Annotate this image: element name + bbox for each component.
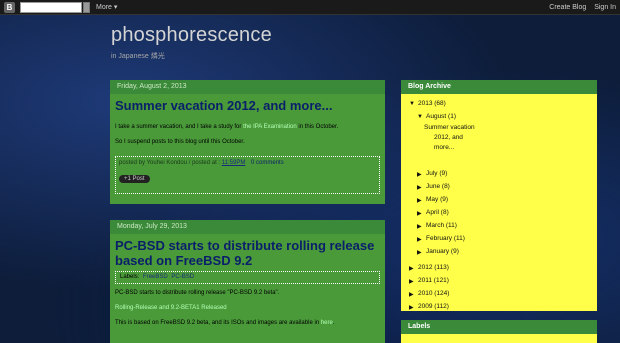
labels-widget: Labels bbox=[401, 320, 597, 343]
label-link-freebsd[interactable]: FreeBSD bbox=[143, 274, 168, 280]
archive-month[interactable]: March (11) bbox=[426, 219, 457, 232]
archive-month[interactable]: June (8) bbox=[426, 180, 450, 193]
toggle-right-icon[interactable]: ▶ bbox=[409, 289, 414, 302]
post-text: . bbox=[332, 320, 335, 326]
sign-in-link[interactable]: Sign In bbox=[594, 4, 616, 11]
archive-year[interactable]: 2013 (68) bbox=[418, 97, 446, 110]
archive-year[interactable]: 2012 (113) bbox=[418, 261, 449, 274]
toggle-right-icon[interactable]: ▶ bbox=[417, 247, 422, 260]
archive-month[interactable]: August (1) bbox=[426, 110, 456, 123]
archive-month[interactable]: January (9) bbox=[426, 245, 459, 258]
toggle-right-icon[interactable]: ▶ bbox=[417, 234, 422, 247]
more-menu[interactable]: More ▾ bbox=[96, 1, 117, 14]
post: PC-BSD starts to distribute rolling rele… bbox=[110, 234, 385, 343]
archive-year[interactable]: 2010 (124) bbox=[418, 287, 449, 300]
post-body: I take a summer vacation, and I take a s… bbox=[115, 122, 380, 147]
ipa-exam-link[interactable]: the IPA Examination bbox=[243, 124, 297, 130]
archive-month[interactable]: April (8) bbox=[426, 206, 449, 219]
post-date: Friday, August 2, 2013 bbox=[110, 80, 385, 94]
toggle-right-icon[interactable]: ▶ bbox=[417, 195, 422, 208]
blogger-logo-icon[interactable]: B bbox=[4, 2, 15, 13]
post-timestamp-link[interactable]: 11:59PM bbox=[222, 160, 246, 166]
post-text: So I suspend posts to this blog until th… bbox=[115, 139, 245, 145]
label-link-pcbsd[interactable]: PC-BSD bbox=[171, 274, 194, 280]
rolling-release-link[interactable]: Rolling-Release and 9.2-BETA1 Released bbox=[115, 305, 227, 311]
toggle-right-icon[interactable]: ▶ bbox=[417, 169, 422, 182]
comments-link[interactable]: 0 comments bbox=[251, 160, 284, 166]
archive-year[interactable]: 2009 (112) bbox=[418, 300, 449, 313]
widget-heading: Labels bbox=[401, 320, 597, 334]
toggle-right-icon[interactable]: ▶ bbox=[409, 263, 414, 276]
post-text: PC-BSD starts to distribute rolling rele… bbox=[115, 290, 280, 296]
post-labels: Labels: FreeBSD PC-BSD bbox=[115, 271, 380, 284]
archive-month[interactable]: May (9) bbox=[426, 193, 448, 206]
google-plus-share-button[interactable]: +1 Post bbox=[119, 175, 150, 183]
post-body: PC-BSD starts to distribute rolling rele… bbox=[115, 288, 380, 328]
blog-archive-widget: Blog Archive ▼ 2013 (68) ▼ August (1) Su… bbox=[401, 80, 597, 311]
search-input[interactable] bbox=[20, 2, 82, 13]
post-text: in this October. bbox=[296, 124, 339, 130]
archive-month[interactable]: February (11) bbox=[426, 232, 465, 245]
blog-description: in Japanese 燐光 bbox=[111, 53, 165, 60]
toggle-right-icon[interactable]: ▶ bbox=[417, 208, 422, 221]
labels-prefix: Labels: bbox=[120, 274, 140, 280]
here-link[interactable]: here bbox=[321, 320, 333, 326]
search-button[interactable] bbox=[83, 2, 90, 13]
post: Summer vacation 2012, and more... I take… bbox=[110, 94, 385, 204]
toggle-right-icon[interactable]: ▶ bbox=[409, 302, 414, 315]
widget-heading: Blog Archive bbox=[401, 80, 597, 94]
toggle-down-icon[interactable]: ▼ bbox=[417, 111, 423, 124]
blogger-navbar: B More ▾ Create Blog Sign In bbox=[0, 0, 620, 15]
post-title[interactable]: Summer vacation 2012, and more... bbox=[115, 94, 380, 113]
toggle-down-icon[interactable]: ▼ bbox=[409, 98, 415, 111]
post-text: This is based on FreeBSD 9.2 beta, and i… bbox=[115, 320, 321, 326]
post-footer: posted by Youhei Kondou / posted at : 11… bbox=[115, 156, 380, 194]
post-title[interactable]: PC-BSD starts to distribute rolling rele… bbox=[115, 234, 380, 268]
archive-post-link[interactable]: Summer vacation 2012, and more... bbox=[424, 123, 475, 153]
post-text: I take a summer vacation, and I take a s… bbox=[115, 124, 244, 130]
post-author: posted by Youhei Kondou / posted at : bbox=[119, 160, 221, 166]
archive-month[interactable]: July (9) bbox=[426, 167, 447, 180]
toggle-right-icon[interactable]: ▶ bbox=[417, 182, 422, 195]
archive-year[interactable]: 2011 (121) bbox=[418, 274, 449, 287]
navbar-right: Create Blog Sign In bbox=[543, 1, 616, 14]
toggle-right-icon[interactable]: ▶ bbox=[417, 221, 422, 234]
create-blog-link[interactable]: Create Blog bbox=[549, 4, 586, 11]
toggle-right-icon[interactable]: ▶ bbox=[409, 276, 414, 289]
blog-title[interactable]: phosphorescence bbox=[111, 24, 272, 47]
archive-list: ▼ 2013 (68) ▼ August (1) Summer vacation… bbox=[401, 94, 597, 311]
post-date: Monday, July 29, 2013 bbox=[110, 220, 385, 234]
